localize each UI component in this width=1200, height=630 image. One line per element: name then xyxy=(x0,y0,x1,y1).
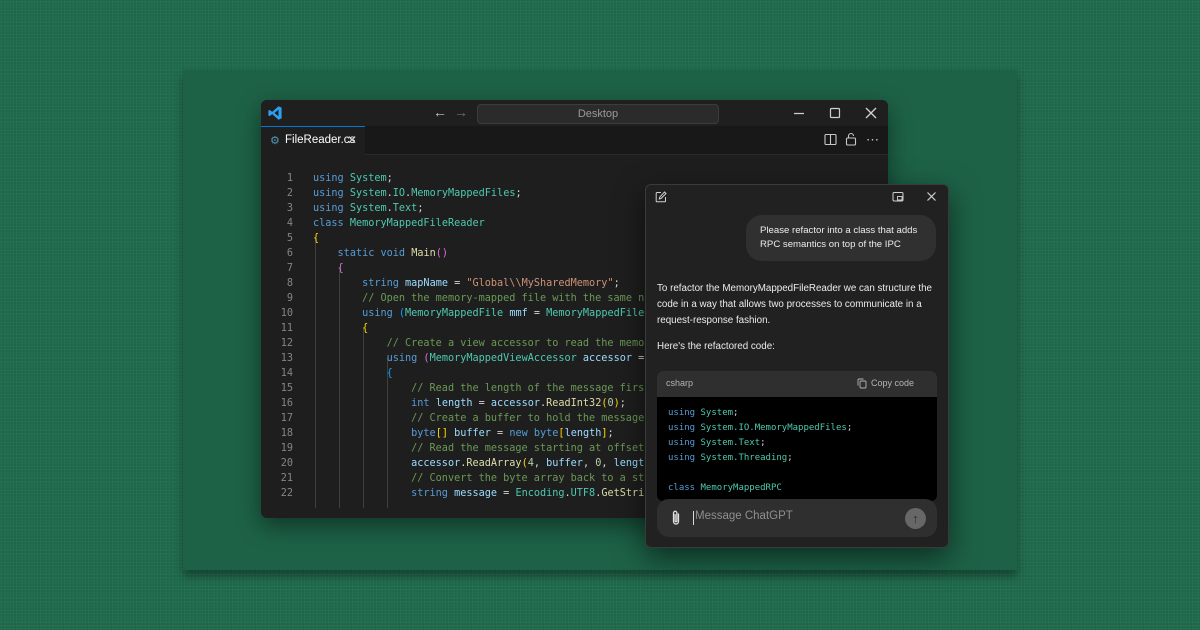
line-number: 10 xyxy=(280,308,293,319)
csharp-file-icon: ⚙ xyxy=(270,135,280,147)
code-text: using System; xyxy=(313,173,393,184)
line-number: 16 xyxy=(280,398,293,409)
split-editor-icon[interactable] xyxy=(824,133,837,146)
line-number: 21 xyxy=(280,473,293,484)
line-number: 15 xyxy=(280,383,293,394)
copy-code-button[interactable]: Copy code xyxy=(871,378,914,388)
assistant-response-intro: Here's the refactored code: xyxy=(657,341,775,352)
minimize-icon[interactable] xyxy=(789,103,809,123)
tab-close-icon[interactable]: ✕ xyxy=(347,133,357,147)
code-line: using System.Threading; xyxy=(668,453,793,463)
line-number: 11 xyxy=(280,323,293,334)
attach-paperclip-icon[interactable] xyxy=(669,509,683,527)
code-text: int length = accessor.ReadInt32(0); xyxy=(411,398,626,409)
code-text: { xyxy=(313,233,320,244)
screenshot-window-icon[interactable] xyxy=(892,191,904,203)
code-text: static void Main() xyxy=(337,248,449,259)
line-number: 2 xyxy=(286,188,293,199)
line-number: 14 xyxy=(280,368,293,379)
tab-label: FileReader.cs xyxy=(285,134,356,146)
new-chat-edit-icon[interactable] xyxy=(655,191,667,203)
vscode-logo-icon xyxy=(268,106,282,120)
code-text: { xyxy=(362,323,369,334)
code-text: // Create a buffer to hold the message xyxy=(411,413,645,424)
code-block: csharp Copy code using System; using Sys… xyxy=(657,371,937,501)
copy-icon[interactable] xyxy=(857,378,867,389)
message-composer[interactable]: Message ChatGPT ↑ xyxy=(657,499,937,537)
code-line: using System; xyxy=(668,408,739,418)
line-number: 4 xyxy=(286,218,293,229)
code-text: string mapName = "Global\\MySharedMemory… xyxy=(362,278,620,289)
code-text: using (MemoryMappedFile mmf = MemoryMapp… xyxy=(362,308,650,319)
user-message-bubble: Please refactor into a class that adds R… xyxy=(746,215,936,261)
line-number: 19 xyxy=(280,443,293,454)
code-text: // Read the message starting at offset xyxy=(411,443,645,454)
line-number: 22 xyxy=(280,488,293,499)
assistant-response-text: To refactor the MemoryMappedFileReader w… xyxy=(657,283,932,326)
line-number: 9 xyxy=(286,293,293,304)
line-number: 17 xyxy=(280,413,293,424)
forward-arrow-icon[interactable]: → xyxy=(454,104,468,120)
code-language-label: csharp xyxy=(666,378,694,388)
maximize-icon[interactable] xyxy=(825,103,845,123)
chat-panel: Please refactor into a class that adds R… xyxy=(645,184,949,548)
line-number: 5 xyxy=(286,233,293,244)
code-text: using System.IO.MemoryMappedFiles; xyxy=(313,188,522,199)
line-number: 20 xyxy=(280,458,293,469)
lock-icon[interactable] xyxy=(845,132,857,146)
line-number: 8 xyxy=(286,278,293,289)
code-text: byte[] buffer = new byte[length]; xyxy=(411,428,614,439)
text-cursor xyxy=(693,511,694,525)
code-text: // Read the length of the message first xyxy=(411,383,651,394)
code-text: string message = Encoding.UTF8.GetStrin xyxy=(411,488,651,499)
code-text: accessor.ReadArray(4, buffer, 0, length xyxy=(411,458,651,469)
line-number: 3 xyxy=(286,203,293,214)
close-window-icon[interactable] xyxy=(861,103,881,123)
send-button[interactable]: ↑ xyxy=(905,508,926,529)
line-number: 1 xyxy=(286,173,293,184)
code-text: // Open the memory-mapped file with the … xyxy=(362,293,651,304)
user-message-text: Please refactor into a class that adds R… xyxy=(760,225,918,250)
tab-bar: ⚙ FileReader.cs ✕ ⋯ xyxy=(261,126,888,155)
line-number: 13 xyxy=(280,353,293,364)
code-line: class MemoryMappedRPC xyxy=(668,483,782,493)
code-text: class MemoryMappedFileReader xyxy=(313,218,485,229)
code-text: { xyxy=(386,368,393,379)
code-line: using System.Text; xyxy=(668,438,766,448)
line-number: 6 xyxy=(286,248,293,259)
close-chat-icon[interactable] xyxy=(926,191,937,202)
line-number: 18 xyxy=(280,428,293,439)
back-arrow-icon[interactable]: ← xyxy=(433,104,447,120)
code-text: using System.Text; xyxy=(313,203,424,214)
code-text: // Create a view accessor to read the me… xyxy=(386,338,651,349)
code-block-header: csharp Copy code xyxy=(657,371,937,397)
code-text: { xyxy=(337,263,344,274)
message-input[interactable]: Message ChatGPT xyxy=(695,510,793,522)
code-text: using (MemoryMappedViewAccessor accessor… xyxy=(386,353,645,364)
tab-filereader[interactable]: ⚙ FileReader.cs ✕ xyxy=(261,126,365,155)
code-line: using System.IO.MemoryMappedFiles; xyxy=(668,423,853,433)
line-number: 7 xyxy=(286,263,293,274)
title-bar: ← → Desktop xyxy=(261,100,888,126)
code-text: // Convert the byte array back to a str xyxy=(411,473,651,484)
command-center-search[interactable]: Desktop xyxy=(477,104,719,124)
more-actions-icon[interactable]: ⋯ xyxy=(866,132,879,148)
line-number: 12 xyxy=(280,338,293,349)
